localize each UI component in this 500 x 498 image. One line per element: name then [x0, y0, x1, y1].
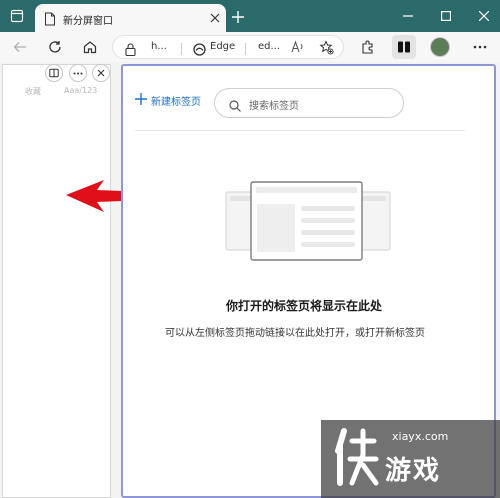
watermark-logo — [335, 428, 379, 486]
maximize-icon[interactable] — [436, 0, 456, 32]
browser-toolbar: h... Edge ed... — [0, 32, 500, 62]
empty-state-subtitle: 可以从左侧标签页拖动链接以在此处打开，或打开新标签页 — [165, 328, 425, 339]
address-segment-3: ed... — [258, 41, 281, 52]
favorites-star-icon[interactable] — [319, 40, 334, 59]
search-tabs-input[interactable]: 搜索标签页 — [214, 88, 404, 118]
more-menu-icon[interactable] — [470, 37, 490, 57]
tab-title: 新分屏窗口 — [63, 16, 113, 27]
page-icon — [44, 11, 56, 30]
home-icon[interactable] — [80, 37, 100, 57]
close-window-icon[interactable] — [474, 0, 494, 32]
title-bar: 新分屏窗口 — [0, 0, 500, 32]
extensions-icon[interactable] — [357, 37, 377, 57]
left-split-pane[interactable] — [2, 64, 111, 498]
watermark-text: 游戏 — [385, 456, 442, 486]
empty-tabs-illustration — [225, 181, 391, 261]
read-aloud-icon[interactable] — [291, 40, 305, 57]
back-arrow-icon[interactable] — [10, 37, 30, 57]
search-icon — [229, 97, 241, 116]
minimize-icon[interactable] — [398, 0, 418, 32]
edge-logo-icon — [193, 41, 206, 60]
empty-state-title: 你打开的标签页将显示在此处 — [226, 299, 383, 313]
new-tab-button[interactable]: 新建标签页 — [135, 93, 201, 108]
split-toggle-icon[interactable] — [45, 64, 63, 82]
tab-close-icon[interactable] — [207, 10, 223, 26]
left-pane-faded-text: 收藏 — [25, 87, 41, 96]
new-tab-label: 新建标签页 — [151, 97, 201, 108]
search-placeholder: 搜索标签页 — [249, 101, 299, 112]
address-segment-2: Edge — [210, 41, 236, 52]
lock-icon[interactable] — [125, 41, 136, 60]
address-separator — [245, 43, 246, 55]
header-divider — [135, 130, 465, 131]
profile-avatar[interactable] — [430, 37, 450, 57]
refresh-icon[interactable] — [45, 37, 65, 57]
pane-close-icon[interactable] — [92, 64, 110, 82]
address-bar[interactable]: h... Edge ed... — [112, 35, 344, 59]
plus-icon — [135, 93, 147, 108]
address-separator — [181, 43, 182, 55]
address-segment-1: h... — [151, 41, 167, 52]
new-tab-plus-icon[interactable] — [229, 8, 247, 26]
left-pane-faded-text: Aaa/123 — [64, 86, 98, 95]
watermark-url: xiayx.com — [392, 430, 449, 443]
tab-actions-icon[interactable] — [6, 0, 28, 32]
tab-split-window[interactable]: 新分屏窗口 — [35, 4, 226, 32]
pane-more-options-icon[interactable] — [69, 64, 87, 82]
split-screen-button[interactable] — [392, 35, 416, 59]
